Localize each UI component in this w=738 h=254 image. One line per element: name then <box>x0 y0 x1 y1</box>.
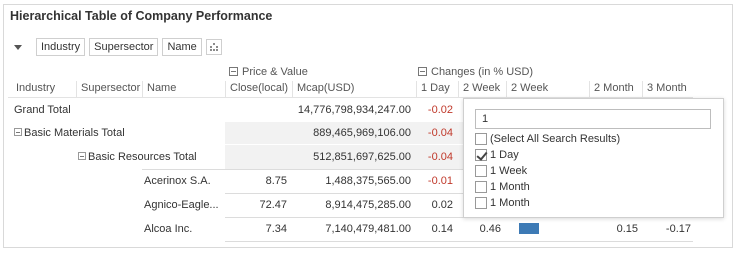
option-label: (Select All Search Results) <box>490 133 621 145</box>
row-divider <box>142 169 463 170</box>
cell-1-day: 0.02 <box>431 199 453 211</box>
column-header-2-week[interactable]: 2 Week <box>458 81 500 97</box>
cell-close: 8.75 <box>265 175 287 187</box>
row-divider <box>225 241 693 242</box>
row-label-text: Basic Materials Total <box>24 127 125 139</box>
filter-option-1-month-2[interactable]: 1 Month <box>475 197 530 209</box>
cell-mcap: 7,140,479,481.00 <box>325 223 411 235</box>
cell-mcap: 1,488,375,565.00 <box>325 175 411 187</box>
row-label-basic-resources[interactable]: Basic Resources Total <box>78 150 197 164</box>
filter-option-select-all[interactable]: (Select All Search Results) <box>475 133 620 145</box>
option-label: 1 Month <box>490 197 530 209</box>
checkbox-checked[interactable] <box>475 149 487 161</box>
cell-1-day: 0.14 <box>431 223 453 235</box>
row-label-alcoa: Alcoa Inc. <box>144 223 193 235</box>
group-label: Price & Value <box>242 66 308 78</box>
row-label-agnico: Agnico-Eagle... <box>144 199 219 211</box>
option-label: 1 Week <box>490 165 528 177</box>
dimension-bar: Industry Supersector Name <box>12 38 222 56</box>
cell-1-day: -0.04 <box>427 151 453 163</box>
checkbox[interactable] <box>475 133 487 145</box>
column-header-name[interactable]: Name <box>142 81 176 97</box>
cell-close: 7.34 <box>265 223 287 235</box>
collapse-group-icon[interactable] <box>229 67 238 76</box>
cell-2-week: 0.46 <box>479 223 501 235</box>
bar-2-week <box>519 223 539 234</box>
cell-1-day: -0.02 <box>427 104 453 116</box>
column-header-close[interactable]: Close(local) <box>225 81 288 97</box>
row-divider <box>225 217 463 218</box>
row-label-basic-materials[interactable]: Basic Materials Total <box>14 126 125 140</box>
column-header-mcap[interactable]: Mcap(USD) <box>292 81 354 97</box>
option-label: 1 Day <box>490 149 519 161</box>
option-label: 1 Month <box>490 181 530 193</box>
cell-mcap: 889,465,969,106.00 <box>313 127 411 139</box>
filter-option-1-week[interactable]: 1 Week <box>475 165 527 177</box>
cell-mcap: 14,776,798,934,247.00 <box>297 104 411 116</box>
page-title: Hierarchical Table of Company Performanc… <box>10 9 273 23</box>
cell-close: 72.47 <box>259 199 287 211</box>
collapse-group-icon[interactable] <box>418 67 427 76</box>
cell-mcap: 512,851,697,625.00 <box>313 151 411 163</box>
row-label-acerinox: Acerinox S.A. <box>144 175 211 187</box>
checkbox[interactable] <box>475 197 487 209</box>
cell-3-month: -0.17 <box>665 223 691 235</box>
column-header-1-day[interactable]: 1 Day <box>416 81 450 97</box>
checkbox[interactable] <box>475 165 487 177</box>
cell-1-day: -0.01 <box>427 175 453 187</box>
hierarchy-settings-icon[interactable] <box>205 39 222 55</box>
column-header-supersector[interactable]: Supersector <box>76 81 140 97</box>
collapse-caret-icon[interactable] <box>12 41 24 53</box>
row-label-text: Basic Resources Total <box>88 151 197 163</box>
dimension-chip-industry[interactable]: Industry <box>36 38 86 56</box>
group-label: Changes (in % USD) <box>431 66 534 78</box>
group-header-price-value[interactable]: Price & Value <box>229 66 308 78</box>
collapse-node-icon[interactable] <box>14 128 22 136</box>
group-header-changes[interactable]: Changes (in % USD) <box>418 66 533 78</box>
dimension-chip-name[interactable]: Name <box>162 38 202 56</box>
filter-search-input[interactable] <box>475 109 711 129</box>
column-filter-popup: (Select All Search Results) 1 Day 1 Week… <box>463 98 724 218</box>
cell-2-month: 0.15 <box>616 223 638 235</box>
row-divider <box>225 193 463 194</box>
collapse-node-icon[interactable] <box>78 152 86 160</box>
column-header-2-month[interactable]: 2 Month <box>589 81 634 97</box>
filter-option-1-day[interactable]: 1 Day <box>475 149 519 161</box>
column-header-industry[interactable]: Industry <box>16 81 55 97</box>
column-header-2-week-bar[interactable]: 2 Week <box>506 81 548 97</box>
cell-mcap: 8,914,475,285.00 <box>325 199 411 211</box>
row-label-grand-total: Grand Total <box>14 104 71 116</box>
filter-option-1-month[interactable]: 1 Month <box>475 181 530 193</box>
column-header-3-month[interactable]: 3 Month <box>642 81 694 97</box>
dimension-chip-supersector[interactable]: Supersector <box>89 38 159 56</box>
cell-1-day: -0.04 <box>427 127 453 139</box>
checkbox[interactable] <box>475 181 487 193</box>
